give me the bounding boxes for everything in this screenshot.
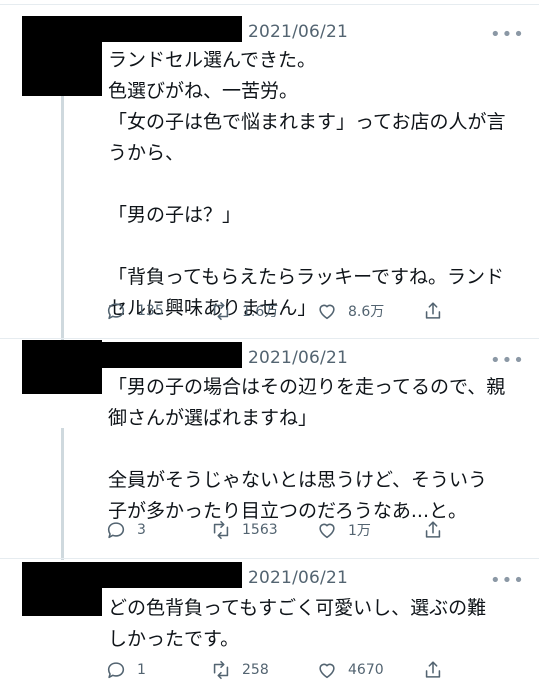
- share-icon: [425, 661, 441, 678]
- reply-icon: [107, 303, 125, 320]
- retweet-count: 1563: [242, 522, 278, 538]
- retweet-button[interactable]: 258: [210, 655, 269, 685]
- reply-button[interactable]: 1: [105, 655, 146, 685]
- action-bar: 135 1.6万 8.6万: [105, 296, 525, 326]
- action-bar: 3 1563 1万: [105, 515, 525, 545]
- action-bar: 1 258 4670: [105, 655, 525, 685]
- like-count: 8.6万: [348, 304, 385, 320]
- tweet-paragraph: 「男の子の場合はその辺りを走ってるので、親 御さんが選ばれますね」: [108, 376, 506, 429]
- share-button[interactable]: [422, 655, 444, 685]
- more-options-icon[interactable]: •••: [490, 572, 525, 590]
- author-name[interactable]: [102, 342, 242, 368]
- like-icon: [319, 663, 335, 679]
- reply-count: 3: [137, 522, 146, 538]
- thread-line: [61, 96, 64, 340]
- retweet-icon: [213, 301, 229, 321]
- tweet-1[interactable]: 2021/06/21 ••• ランドセル選んできた。 色選びがね、一苦労。 「女…: [0, 0, 539, 340]
- reply-button[interactable]: 3: [105, 515, 146, 545]
- share-button[interactable]: [422, 296, 444, 326]
- retweet-icon: [213, 520, 229, 540]
- avatar[interactable]: [22, 562, 102, 616]
- like-button[interactable]: 8.6万: [316, 296, 384, 326]
- like-icon: [319, 304, 335, 320]
- tweet-3[interactable]: 2021/06/21 ••• どの色背負ってもすごく可愛いし、選ぶの難 しかった…: [0, 560, 539, 700]
- tweet-paragraph: 「男の子は？」: [108, 204, 242, 226]
- more-options-icon[interactable]: •••: [490, 352, 525, 370]
- tweet-date[interactable]: 2021/06/21: [248, 568, 348, 588]
- author-name[interactable]: [102, 562, 242, 588]
- share-button[interactable]: [422, 515, 444, 545]
- retweet-button[interactable]: 1563: [210, 515, 278, 545]
- tweet-text: 「男の子の場合はその辺りを走ってるので、親 御さんが選ばれますね」 全員がそうじ…: [108, 372, 523, 527]
- divider: [0, 338, 539, 339]
- reply-button[interactable]: 135: [105, 296, 164, 326]
- avatar[interactable]: [22, 340, 102, 394]
- retweet-count: 258: [242, 662, 269, 678]
- author-name[interactable]: [102, 16, 242, 42]
- tweet-date[interactable]: 2021/06/21: [248, 22, 348, 42]
- tweet-text: どの色背負ってもすごく可愛いし、選ぶの難 しかったです。: [108, 593, 523, 655]
- tweet-date[interactable]: 2021/06/21: [248, 348, 348, 368]
- like-button[interactable]: 1万: [316, 515, 371, 545]
- avatar[interactable]: [22, 16, 102, 96]
- more-options-icon[interactable]: •••: [490, 26, 525, 44]
- retweet-icon: [213, 660, 229, 680]
- retweet-count: 1.6万: [242, 304, 279, 320]
- divider: [0, 558, 539, 559]
- thread-line: [61, 428, 64, 560]
- reply-icon: [107, 662, 125, 679]
- reply-count: 1: [137, 662, 146, 678]
- like-button[interactable]: 4670: [316, 655, 384, 685]
- share-icon: [425, 521, 441, 538]
- share-icon: [425, 302, 441, 319]
- like-count: 1万: [348, 523, 371, 539]
- reply-icon: [107, 522, 125, 539]
- tweet-text: ランドセル選んできた。 色選びがね、一苦労。 「女の子は色で悩まれます」ってお店…: [108, 45, 523, 324]
- tweet-paragraph: ランドセル選んできた。 色選びがね、一苦労。 「女の子は色で悩まれます」ってお店…: [108, 49, 506, 164]
- reply-count: 135: [137, 303, 164, 319]
- like-icon: [319, 523, 335, 539]
- tweet-paragraph: どの色背負ってもすごく可愛いし、選ぶの難 しかったです。: [108, 597, 487, 650]
- like-count: 4670: [348, 662, 384, 678]
- tweet-2[interactable]: 2021/06/21 ••• 「男の子の場合はその辺りを走ってるので、親 御さん…: [0, 340, 539, 560]
- retweet-button[interactable]: 1.6万: [210, 296, 278, 326]
